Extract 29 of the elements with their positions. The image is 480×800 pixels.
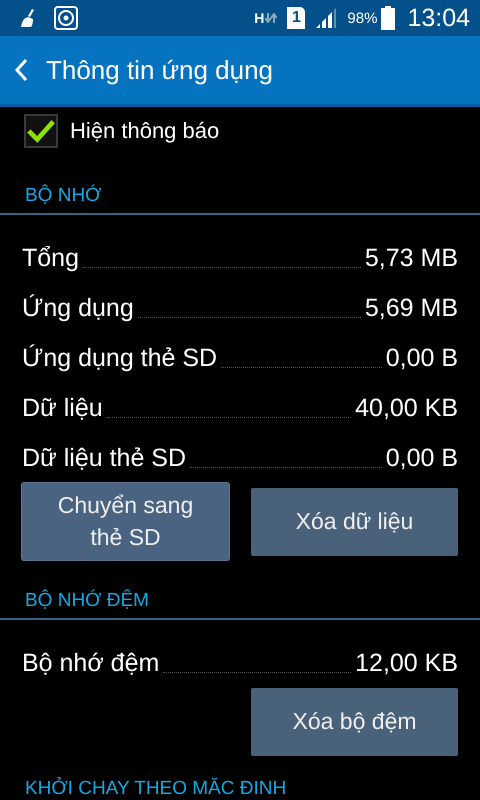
row-label: Ứng dụng thẻ SD [22, 343, 218, 373]
row-value: 5,69 MB [364, 293, 458, 323]
clock-time: 13:04 [407, 4, 470, 32]
row-value: 5,73 MB [364, 243, 458, 273]
battery-percent: 98% [347, 10, 378, 26]
row-label: Tổng [22, 243, 79, 273]
action-button[interactable]: Xóa dữ liệu [251, 488, 458, 556]
data-arrows-icon [265, 13, 278, 23]
row-value: 0,00 B [386, 343, 458, 373]
section-header: BỘ NHỚ ĐỆM [24, 588, 150, 613]
row-label: Bộ nhớ đệm [22, 648, 160, 678]
row-value: 0,00 B [386, 443, 458, 473]
row-label: Dữ liệu thẻ SD [22, 443, 186, 473]
sim-card-icon: 1 [287, 7, 306, 29]
row-label: Dữ liệu [22, 393, 103, 423]
section-header: BỘ NHỚ [24, 183, 102, 208]
back-icon[interactable] [14, 58, 28, 82]
row-value: 40,00 KB [355, 393, 458, 423]
checkbox-label: Hiện thông báo [70, 118, 220, 144]
notification-checkbox[interactable] [24, 114, 58, 148]
battery-icon [381, 6, 396, 30]
section-header: KHỞI CHAY THEO MĂC ĐINH [24, 776, 288, 800]
app-bar-title: Thông tin ứng dụng [46, 54, 274, 86]
action-button[interactable]: Xóa bộ đệm [251, 688, 458, 756]
network-type-label: H [254, 10, 264, 26]
action-button[interactable]: Chuyển sang thẻ SD [22, 483, 229, 560]
row-value: 12,00 KB [355, 648, 458, 678]
signal-icon [315, 7, 338, 29]
row-label: Ứng dụng [22, 293, 134, 323]
